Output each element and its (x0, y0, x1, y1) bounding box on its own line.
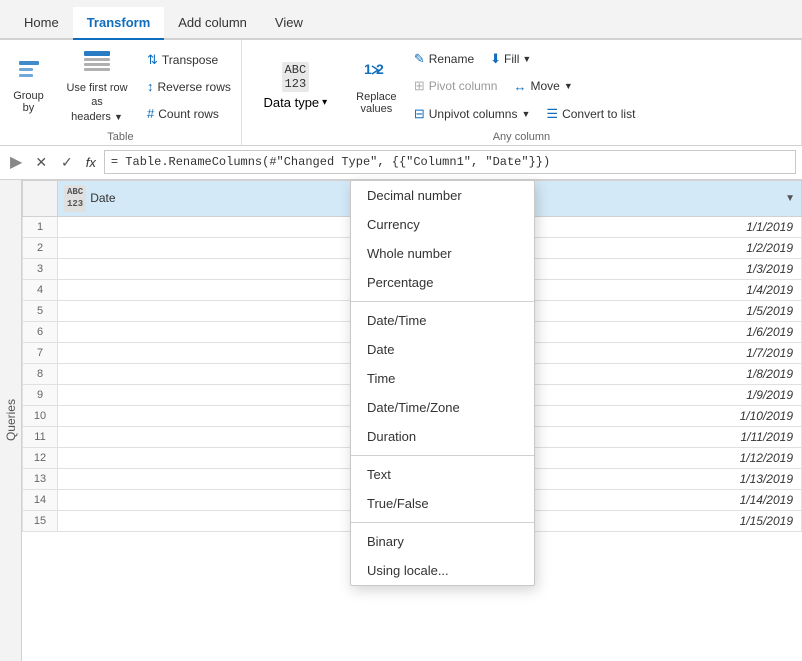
unpivot-icon: ⊟ (414, 106, 425, 122)
transpose-button[interactable]: ⇅ Transpose (143, 50, 235, 70)
row-number: 10 (23, 406, 58, 427)
date-col-dropdown-icon[interactable]: ▼ (785, 193, 795, 204)
group-by-label: Groupby (13, 90, 44, 114)
formula-expand-button[interactable]: ▶ (6, 150, 26, 174)
move-icon: ↔ (513, 79, 526, 94)
dropdown-item-time[interactable]: Time (351, 364, 534, 393)
svg-text:1: 1 (364, 61, 372, 77)
dropdown-item-percentage[interactable]: Percentage (351, 268, 534, 297)
row-number: 8 (23, 364, 58, 385)
fill-icon: ⬇ (490, 51, 501, 67)
dropdown-item-datetimezone[interactable]: Date/Time/Zone (351, 393, 534, 422)
dropdown-item-decimal[interactable]: Decimal number (351, 181, 534, 210)
table-small-buttons: ⇅ Transpose ↕ Reverse rows # Count rows (143, 44, 235, 129)
dropdown-item-duration[interactable]: Duration (351, 422, 534, 451)
unpivot-columns-button[interactable]: ⊟ Unpivot columns ▼ (410, 104, 535, 124)
dropdown-item-using-locale[interactable]: Using locale... (351, 556, 534, 585)
tab-add-column[interactable]: Add column (164, 7, 261, 40)
formula-cancel-button[interactable]: ✕ (30, 152, 52, 173)
main-area: Queries ABC123 Date ▼ 11/1/201921/2/201 (0, 180, 802, 661)
dropdown-separator (351, 301, 534, 302)
formula-input[interactable] (104, 150, 796, 174)
data-type-label: Data type▾ (264, 95, 328, 110)
dropdown-item-date[interactable]: Date (351, 335, 534, 364)
rename-label: Rename (429, 52, 474, 66)
any-column-group-label: Any column (248, 131, 795, 143)
row-number: 1 (23, 217, 58, 238)
move-label: Move (530, 79, 559, 93)
replace-values-icon: 1 2 (362, 58, 390, 91)
data-type-icon: ABC123 (282, 62, 310, 92)
date-col-type-icon: ABC123 (64, 185, 86, 212)
fill-button[interactable]: ⬇ Fill ▼ (486, 49, 535, 69)
row-number: 14 (23, 490, 58, 511)
pivot-column-button[interactable]: ⊞ Pivot column (410, 76, 502, 96)
rename-icon: ✎ (414, 51, 425, 67)
nav-tabs: Home Transform Add column View (0, 0, 802, 40)
tab-home[interactable]: Home (10, 7, 73, 40)
dropdown-separator (351, 455, 534, 456)
reverse-rows-label: Reverse rows (158, 80, 231, 94)
queries-label: Queries (4, 399, 18, 441)
transpose-icon: ⇅ (147, 52, 158, 68)
use-first-row-button[interactable]: Use first row asheaders ▼ (57, 44, 137, 129)
rename-button[interactable]: ✎ Rename (410, 49, 478, 69)
dropdown-item-binary[interactable]: Binary (351, 527, 534, 556)
dropdown-item-true-false[interactable]: True/False (351, 489, 534, 518)
pivot-icon: ⊞ (414, 78, 425, 94)
reverse-rows-button[interactable]: ↕ Reverse rows (143, 77, 235, 96)
any-col-right-buttons: ✎ Rename ⬇ Fill ▼ ⊞ Pivot column (410, 44, 640, 129)
tab-transform[interactable]: Transform (73, 7, 165, 40)
unpivot-label: Unpivot columns (429, 107, 518, 121)
row-number: 13 (23, 469, 58, 490)
row-number: 6 (23, 322, 58, 343)
group-by-icon (17, 58, 41, 88)
row-number: 15 (23, 511, 58, 532)
pivot-label: Pivot column (429, 79, 498, 93)
replace-values-button[interactable]: 1 2 Replacevalues (349, 44, 404, 129)
data-type-button[interactable]: ABC123 Data type▾ (248, 44, 343, 129)
row-number: 4 (23, 280, 58, 301)
ribbon: Groupby Use first row asheaders ▼ ⇅ Tran… (0, 40, 802, 146)
convert-icon: ☰ (546, 106, 558, 122)
group-by-button[interactable]: Groupby (6, 44, 51, 129)
convert-label: Convert to list (562, 107, 635, 121)
row-number: 5 (23, 301, 58, 322)
count-rows-button[interactable]: # Count rows (143, 104, 235, 123)
convert-to-list-button[interactable]: ☰ Convert to list (542, 104, 639, 124)
fx-label: fx (82, 155, 100, 170)
ribbon-group-table: Groupby Use first row asheaders ▼ ⇅ Tran… (0, 40, 242, 145)
row-number: 12 (23, 448, 58, 469)
formula-confirm-button[interactable]: ✓ (56, 152, 78, 173)
row-number: 2 (23, 238, 58, 259)
use-first-row-icon (83, 49, 111, 79)
reverse-rows-icon: ↕ (147, 79, 154, 94)
count-rows-icon: # (147, 106, 154, 121)
replace-values-label: Replacevalues (356, 91, 396, 115)
count-rows-label: Count rows (158, 107, 219, 121)
row-number: 7 (23, 343, 58, 364)
row-number: 9 (23, 385, 58, 406)
date-col-label: Date (90, 191, 115, 205)
row-number: 3 (23, 259, 58, 280)
row-number: 11 (23, 427, 58, 448)
dropdown-item-whole[interactable]: Whole number (351, 239, 534, 268)
queries-sidebar: Queries (0, 180, 22, 661)
dropdown-item-datetime[interactable]: Date/Time (351, 306, 534, 335)
transpose-label: Transpose (162, 53, 218, 67)
table-group-label: Table (6, 131, 235, 143)
fill-label: Fill (504, 52, 519, 66)
move-button[interactable]: ↔ Move ▼ (509, 77, 576, 96)
dropdown-separator (351, 522, 534, 523)
use-first-row-label: Use first row asheaders ▼ (64, 81, 130, 124)
ribbon-group-any-column: ABC123 Data type▾ 1 2 Replacevalues (242, 40, 802, 145)
dropdown-item-text[interactable]: Text (351, 460, 534, 489)
dropdown-item-currency[interactable]: Currency (351, 210, 534, 239)
row-num-header (23, 180, 58, 216)
tab-view[interactable]: View (261, 7, 317, 40)
data-type-dropdown: Decimal numberCurrencyWhole numberPercen… (350, 180, 535, 586)
formula-bar: ▶ ✕ ✓ fx (0, 146, 802, 180)
